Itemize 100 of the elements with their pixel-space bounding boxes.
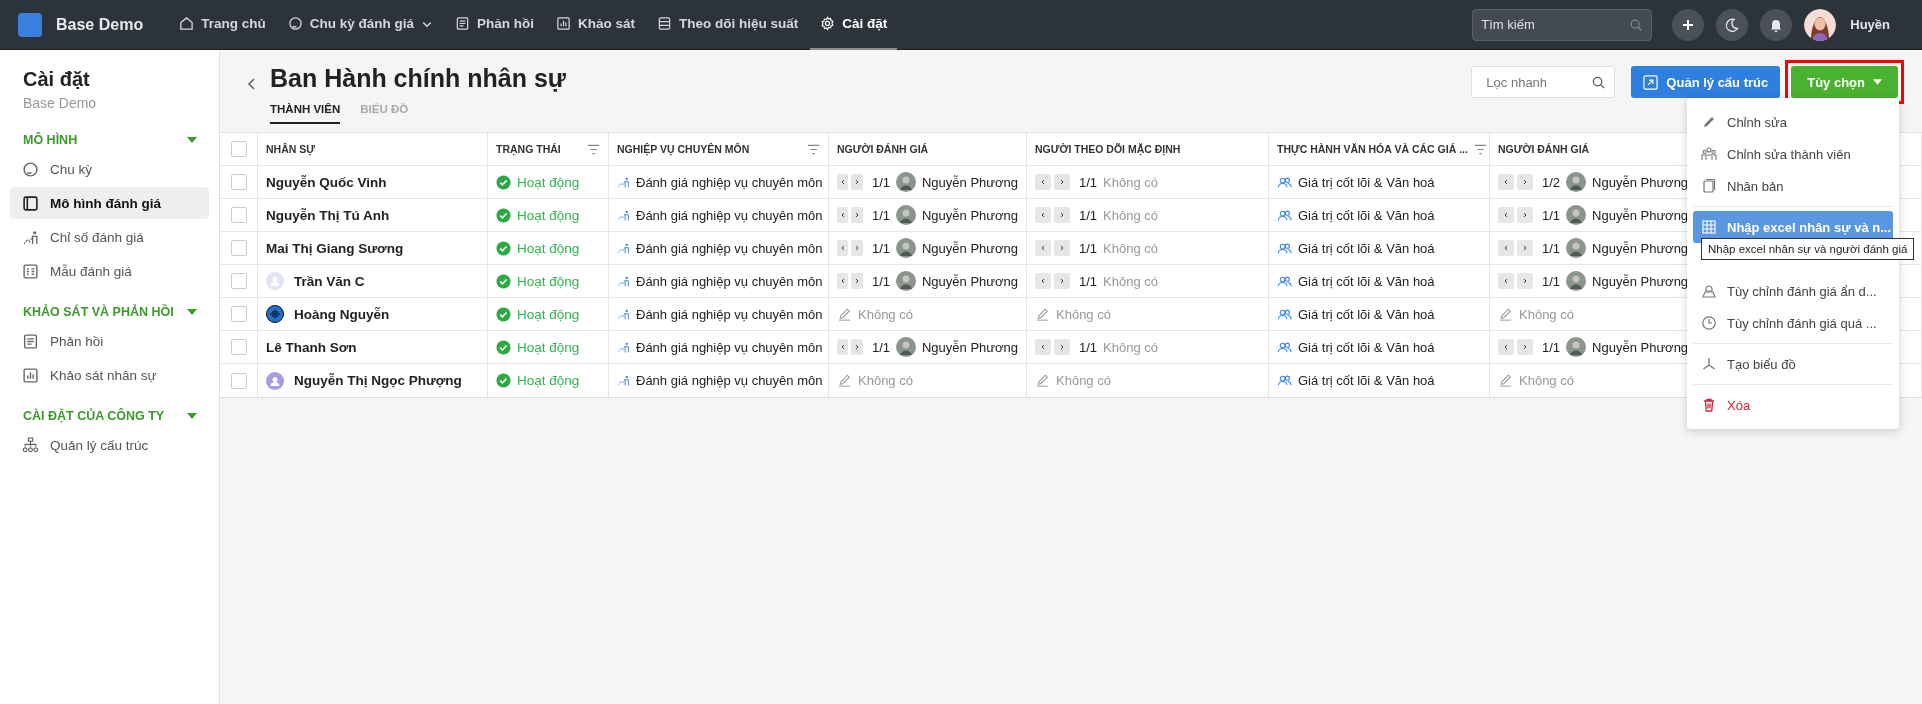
column-header: NHÂN SỰ <box>266 143 315 155</box>
notification-button[interactable] <box>1760 8 1793 41</box>
employee-name: Hoàng Nguyễn <box>294 306 390 322</box>
checkbox[interactable] <box>231 141 247 157</box>
employee-name: Trần Văn C <box>294 273 365 289</box>
settings-icon <box>820 16 836 31</box>
menu-item[interactable]: Chỉnh sửa <box>1693 106 1893 138</box>
menu-item[interactable]: Tạo biểu đồ <box>1693 348 1893 380</box>
sidebar-item[interactable]: Quản lý cấu trúc <box>10 429 209 461</box>
pencil-icon <box>837 306 852 322</box>
search-icon <box>1591 74 1607 90</box>
logo <box>18 12 42 37</box>
culture-text: Giá trị cốt lõi & Văn hoá <box>1298 273 1435 289</box>
chevron-right-icon <box>1058 243 1066 253</box>
chart-person-icon <box>617 274 630 288</box>
nav-item[interactable]: Cài đặt <box>810 0 898 50</box>
previous-button[interactable] <box>1035 240 1051 256</box>
tab[interactable]: THÀNH VIÊN <box>270 101 341 124</box>
next-button[interactable] <box>851 174 863 190</box>
menu-item[interactable]: Xóa <box>1693 389 1893 421</box>
employee-name: Nguyễn Thị Ngọc Phượng <box>294 373 462 388</box>
nav-item[interactable]: Khảo sát <box>545 0 645 50</box>
previous-button[interactable] <box>1498 273 1514 289</box>
list-icon <box>656 16 672 31</box>
user-avatar <box>1566 172 1587 192</box>
previous-button[interactable] <box>1498 174 1514 190</box>
previous-button[interactable] <box>837 339 849 355</box>
chevron-left-icon <box>1039 276 1047 286</box>
page-count: 1/1 <box>1542 339 1561 355</box>
chevron-left-icon <box>1502 177 1510 187</box>
checkbox[interactable] <box>231 174 247 190</box>
previous-button[interactable] <box>1498 339 1514 355</box>
sidebar-item[interactable]: Chu kỳ <box>10 153 209 185</box>
next-button[interactable] <box>1517 339 1533 355</box>
chevron-left-icon <box>1502 276 1510 286</box>
next-button[interactable] <box>851 207 863 223</box>
previous-button[interactable] <box>1035 207 1051 223</box>
nav-item[interactable]: Theo dõi hiệu suất <box>646 0 809 50</box>
checkbox[interactable] <box>231 339 247 355</box>
search-box[interactable]: Tìm kiếm <box>1472 8 1653 41</box>
culture-text: Giá trị cốt lõi & Văn hoá <box>1298 240 1435 256</box>
next-button[interactable] <box>1517 240 1533 256</box>
section-header[interactable]: KHẢO SÁT VÀ PHẢN HỒI <box>0 305 219 319</box>
nav-item[interactable]: Trang chủ <box>169 0 276 50</box>
checkbox[interactable] <box>231 306 247 322</box>
sidebar-item[interactable]: Mô hình đánh giá <box>10 187 209 219</box>
next-button[interactable] <box>1517 174 1533 190</box>
previous-button[interactable] <box>837 207 849 223</box>
circle-icon <box>287 16 303 31</box>
checkbox[interactable] <box>231 273 247 289</box>
sidebar-item[interactable]: Phản hồi <box>10 325 209 357</box>
chevron-left-icon <box>1039 243 1047 253</box>
next-button[interactable] <box>1517 273 1533 289</box>
column-header: NGƯỜI ĐÁNH GIÁ <box>1498 143 1590 155</box>
user-avatar <box>1566 337 1587 357</box>
next-button[interactable] <box>1517 207 1533 223</box>
previous-button[interactable] <box>1498 207 1514 223</box>
next-button[interactable] <box>1054 207 1070 223</box>
filter-box[interactable]: Lọc nhanh <box>1471 66 1616 98</box>
sidebar-item[interactable]: Mẫu đánh giá <box>10 255 209 287</box>
add-button[interactable] <box>1672 8 1705 41</box>
next-button[interactable] <box>851 273 863 289</box>
nav-item[interactable]: Chu kỳ đánh giá <box>277 0 443 50</box>
previous-button[interactable] <box>837 273 849 289</box>
dark-mode-button[interactable] <box>1716 8 1749 41</box>
user-avatar <box>896 337 916 357</box>
previous-button[interactable] <box>837 240 849 256</box>
previous-button[interactable] <box>1035 174 1051 190</box>
checkbox[interactable] <box>231 207 247 223</box>
menu-item[interactable]: Tùy chỉnh đánh giá ẩn d... <box>1693 275 1893 307</box>
sidebar-item[interactable]: Chỉ số đánh giá <box>10 221 209 253</box>
previous-button[interactable] <box>1035 339 1051 355</box>
filter-icon <box>587 142 600 156</box>
next-button[interactable] <box>1054 339 1070 355</box>
previous-button[interactable] <box>837 174 849 190</box>
next-button[interactable] <box>851 240 863 256</box>
next-button[interactable] <box>1054 240 1070 256</box>
previous-button[interactable] <box>1035 273 1051 289</box>
checkbox[interactable] <box>231 372 247 389</box>
menu-item[interactable]: Tùy chỉnh đánh giá quá ... <box>1693 307 1893 339</box>
next-button[interactable] <box>851 339 863 355</box>
clock-icon <box>1701 315 1717 331</box>
check-circle-icon <box>496 306 511 322</box>
menu-item[interactable]: Chỉnh sửa thành viên <box>1693 138 1893 170</box>
section-header[interactable]: CÀI ĐẶT CỦA CÔNG TY <box>0 409 219 423</box>
next-button[interactable] <box>1054 273 1070 289</box>
chart-person-icon <box>617 208 630 222</box>
section-header[interactable]: MÔ HÌNH <box>0 133 219 147</box>
user-avatar <box>266 272 284 290</box>
previous-button[interactable] <box>1498 240 1514 256</box>
menu-item[interactable]: Nhân bản <box>1693 170 1893 202</box>
structure-button[interactable]: Quản lý cấu trúc <box>1631 66 1781 98</box>
nav-item[interactable]: Phản hồi <box>444 0 544 50</box>
sidebar-item[interactable]: Khảo sát nhân sự <box>10 359 209 391</box>
chart-person-icon <box>617 175 630 189</box>
next-button[interactable] <box>1054 174 1070 190</box>
search-icon <box>1629 17 1644 32</box>
checkbox[interactable] <box>231 240 247 256</box>
chevron-left-icon <box>1502 342 1510 352</box>
search-field[interactable]: Tìm kiếm <box>1481 17 1630 32</box>
